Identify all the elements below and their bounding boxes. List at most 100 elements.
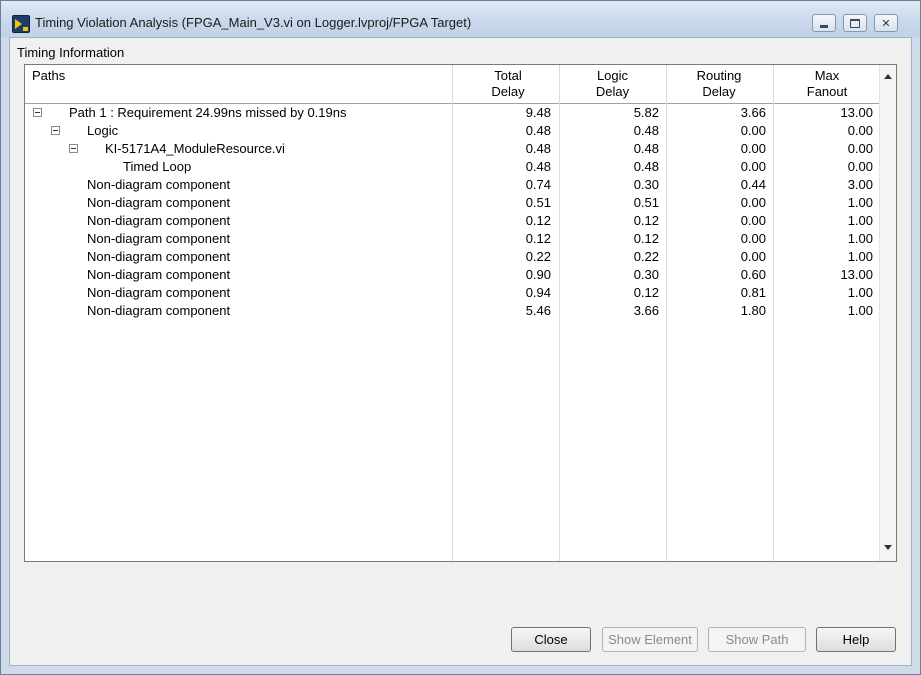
header-logic-line2: Delay bbox=[595, 84, 630, 99]
max-fanout-cell: 13.00 bbox=[840, 267, 873, 282]
total-delay-cell: 0.51 bbox=[525, 195, 551, 210]
labview-app-icon bbox=[12, 15, 30, 33]
maximize-button[interactable] bbox=[843, 14, 867, 32]
max-fanout-cell: 1.00 bbox=[847, 195, 873, 210]
maximize-icon bbox=[844, 15, 866, 31]
routing-delay-cell: 0.00 bbox=[740, 159, 766, 174]
logic-delay-cell: 0.30 bbox=[633, 267, 659, 282]
table-row[interactable]: Non-diagram component 5.46 3.66 1.80 1.0… bbox=[25, 302, 882, 320]
logic-delay-cell: 0.12 bbox=[633, 285, 659, 300]
close-icon: ✕ bbox=[881, 16, 891, 30]
table-row-path-1[interactable]: Path 1 : Requirement 24.99ns missed by 0… bbox=[25, 104, 882, 122]
max-fanout-cell: 0.00 bbox=[847, 159, 873, 174]
header-fanout-line2: Fanout bbox=[806, 84, 848, 99]
routing-delay-cell: 0.44 bbox=[740, 177, 766, 192]
total-delay-cell: 0.22 bbox=[525, 249, 551, 264]
collapse-icon[interactable] bbox=[69, 144, 78, 153]
table-header: Paths Total Delay Logic Delay Routing De… bbox=[25, 65, 882, 104]
table-row[interactable]: Non-diagram component 0.12 0.12 0.00 1.0… bbox=[25, 230, 882, 248]
table-row[interactable]: Non-diagram component 0.90 0.30 0.60 13.… bbox=[25, 266, 882, 284]
header-total-line2: Delay bbox=[491, 84, 525, 99]
window-close-button[interactable]: ✕ bbox=[874, 14, 898, 32]
header-total-delay[interactable]: Total Delay bbox=[465, 68, 551, 100]
total-delay-cell: 0.48 bbox=[525, 159, 551, 174]
header-logic-line1: Logic bbox=[596, 68, 629, 83]
logic-delay-cell: 0.48 bbox=[633, 123, 659, 138]
header-max-fanout[interactable]: Max Fanout bbox=[785, 68, 869, 100]
row-label: Non-diagram component bbox=[87, 231, 231, 246]
logic-delay-cell: 0.12 bbox=[633, 213, 659, 228]
header-routing-line2: Delay bbox=[702, 84, 736, 99]
logic-delay-cell: 0.51 bbox=[633, 195, 659, 210]
row-label: Non-diagram component bbox=[87, 267, 231, 282]
routing-delay-cell: 0.81 bbox=[740, 285, 766, 300]
collapse-icon[interactable] bbox=[33, 108, 42, 117]
table-row[interactable]: Non-diagram component 0.51 0.51 0.00 1.0… bbox=[25, 194, 882, 212]
max-fanout-cell: 1.00 bbox=[847, 249, 873, 264]
minimize-button[interactable] bbox=[812, 14, 836, 32]
table-row-logic[interactable]: Logic 0.48 0.48 0.00 0.00 bbox=[25, 122, 882, 140]
total-delay-cell: 0.74 bbox=[525, 177, 551, 192]
collapse-icon[interactable] bbox=[51, 126, 60, 135]
table-row[interactable]: Non-diagram component 0.74 0.30 0.44 3.0… bbox=[25, 176, 882, 194]
window-title: Timing Violation Analysis (FPGA_Main_V3.… bbox=[35, 15, 472, 30]
table-row-timed-loop[interactable]: Timed Loop 0.48 0.48 0.00 0.00 bbox=[25, 158, 882, 176]
row-label: Path 1 : Requirement 24.99ns missed by 0… bbox=[69, 105, 347, 120]
max-fanout-cell: 3.00 bbox=[847, 177, 873, 192]
routing-delay-cell: 0.00 bbox=[740, 213, 766, 228]
table-row[interactable]: Non-diagram component 0.94 0.12 0.81 1.0… bbox=[25, 284, 882, 302]
max-fanout-cell: 1.00 bbox=[847, 231, 873, 246]
logic-delay-cell: 3.66 bbox=[633, 303, 659, 318]
timing-violation-window: Timing Violation Analysis (FPGA_Main_V3.… bbox=[0, 0, 921, 675]
table-body: Path 1 : Requirement 24.99ns missed by 0… bbox=[25, 104, 882, 320]
help-button[interactable]: Help bbox=[816, 627, 896, 652]
header-paths[interactable]: Paths bbox=[32, 68, 65, 84]
max-fanout-cell: 0.00 bbox=[847, 141, 873, 156]
table-row[interactable]: Non-diagram component 0.12 0.12 0.00 1.0… bbox=[25, 212, 882, 230]
timing-tree-table[interactable]: Paths Total Delay Logic Delay Routing De… bbox=[24, 64, 897, 562]
logic-delay-cell: 5.82 bbox=[633, 105, 659, 120]
timing-information-label: Timing Information bbox=[17, 45, 125, 60]
header-logic-delay[interactable]: Logic Delay bbox=[570, 68, 655, 100]
routing-delay-cell: 3.66 bbox=[740, 105, 766, 120]
header-fanout-line1: Max bbox=[814, 68, 840, 83]
total-delay-cell: 0.12 bbox=[525, 231, 551, 246]
routing-delay-cell: 0.00 bbox=[740, 195, 766, 210]
total-delay-cell: 5.46 bbox=[525, 303, 551, 318]
vertical-scrollbar[interactable] bbox=[879, 65, 896, 561]
scroll-up-arrow-icon[interactable] bbox=[884, 74, 892, 79]
title-bar[interactable]: Timing Violation Analysis (FPGA_Main_V3.… bbox=[1, 1, 920, 37]
close-button[interactable]: Close bbox=[511, 627, 591, 652]
routing-delay-cell: 0.00 bbox=[740, 249, 766, 264]
total-delay-cell: 0.94 bbox=[525, 285, 551, 300]
total-delay-cell: 0.48 bbox=[525, 141, 551, 156]
show-path-button[interactable]: Show Path bbox=[708, 627, 806, 652]
table-row-module-resource[interactable]: KI-5171A4_ModuleResource.vi 0.48 0.48 0.… bbox=[25, 140, 882, 158]
routing-delay-cell: 0.00 bbox=[740, 141, 766, 156]
row-label: Non-diagram component bbox=[87, 249, 231, 264]
routing-delay-cell: 0.00 bbox=[740, 231, 766, 246]
max-fanout-cell: 0.00 bbox=[847, 123, 873, 138]
routing-delay-cell: 0.60 bbox=[740, 267, 766, 282]
row-label: Non-diagram component bbox=[87, 177, 231, 192]
header-routing-delay[interactable]: Routing Delay bbox=[675, 68, 763, 100]
row-label: Logic bbox=[87, 123, 119, 138]
scroll-down-arrow-icon[interactable] bbox=[884, 545, 892, 550]
logic-delay-cell: 0.30 bbox=[633, 177, 659, 192]
logic-delay-cell: 0.48 bbox=[633, 159, 659, 174]
logic-delay-cell: 0.12 bbox=[633, 231, 659, 246]
row-label: Non-diagram component bbox=[87, 195, 231, 210]
max-fanout-cell: 1.00 bbox=[847, 285, 873, 300]
total-delay-cell: 0.90 bbox=[525, 267, 551, 282]
header-total-line1: Total bbox=[494, 68, 522, 83]
total-delay-cell: 0.48 bbox=[525, 123, 551, 138]
total-delay-cell: 9.48 bbox=[525, 105, 551, 120]
max-fanout-cell: 1.00 bbox=[847, 213, 873, 228]
routing-delay-cell: 0.00 bbox=[740, 123, 766, 138]
table-row[interactable]: Non-diagram component 0.22 0.22 0.00 1.0… bbox=[25, 248, 882, 266]
logic-delay-cell: 0.22 bbox=[633, 249, 659, 264]
minimize-icon bbox=[813, 15, 835, 31]
row-label: Non-diagram component bbox=[87, 213, 231, 228]
show-element-button[interactable]: Show Element bbox=[602, 627, 698, 652]
row-label: Non-diagram component bbox=[87, 285, 231, 300]
